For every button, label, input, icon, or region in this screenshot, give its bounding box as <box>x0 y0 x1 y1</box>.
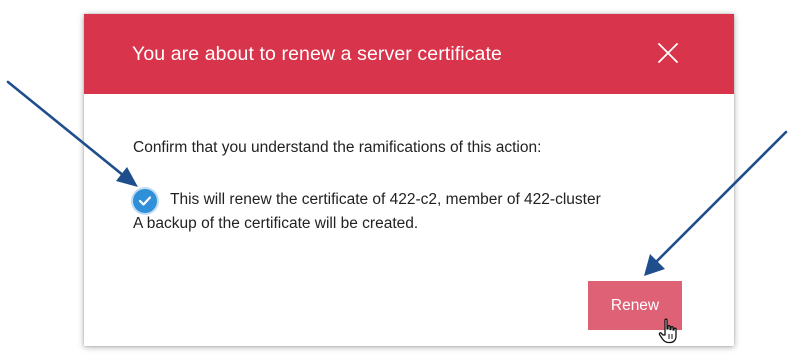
dialog-header: You are about to renew a server certific… <box>84 14 734 94</box>
dialog-body: Confirm that you understand the ramifica… <box>84 94 734 346</box>
close-icon <box>658 43 678 63</box>
confirmation-prompt: Confirm that you understand the ramifica… <box>133 139 542 156</box>
renew-button[interactable]: Renew <box>588 281 682 330</box>
dialog-title: You are about to renew a server certific… <box>132 43 502 65</box>
screenshot-stage: You are about to renew a server certific… <box>0 0 799 360</box>
confirmation-checkbox-label[interactable]: This will renew the certificate of 422-c… <box>170 191 601 209</box>
checkmark-icon <box>138 196 152 206</box>
backup-note: A backup of the certificate will be crea… <box>133 215 419 232</box>
renew-certificate-dialog: You are about to renew a server certific… <box>84 14 734 346</box>
confirmation-checkbox[interactable] <box>133 189 157 213</box>
close-button[interactable] <box>651 36 685 70</box>
